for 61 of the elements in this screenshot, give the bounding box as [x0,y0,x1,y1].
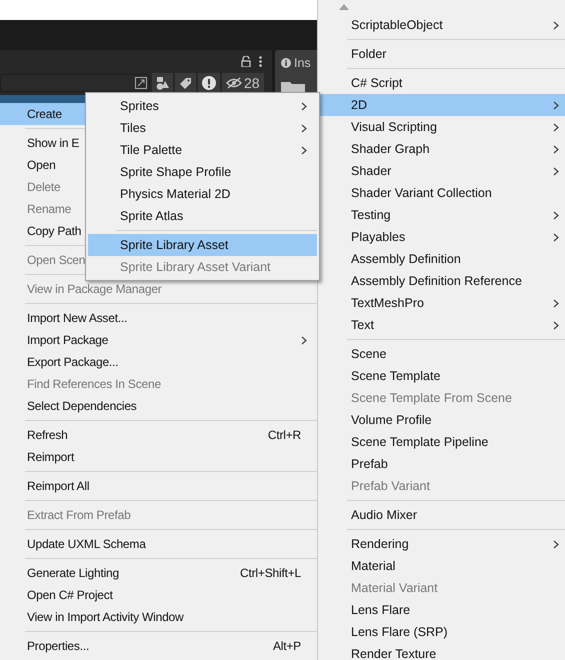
menu-item[interactable]: Import Package [0,329,317,351]
menu-item[interactable]: ScriptableObject [318,14,565,36]
menu-item[interactable]: Material [318,555,565,577]
search-field[interactable] [0,74,150,92]
menu-item[interactable]: Scene Template [318,365,565,387]
menu-item[interactable]: Prefab [318,453,565,475]
menu-item[interactable]: Render Texture [318,643,565,660]
menu-item[interactable]: Tiles [88,117,317,139]
menu-item[interactable]: Shader Graph [318,138,565,160]
menu-item[interactable]: Assembly Definition [318,248,565,270]
type-filter-button[interactable] [152,73,173,93]
menu-item[interactable]: Sprite Atlas [88,205,317,227]
menu-item[interactable]: Folder [318,43,565,65]
tag-icon [179,76,192,90]
log-filter-button[interactable] [198,73,220,93]
menu-item[interactable]: Text [318,314,565,336]
shortcut-label: Ctrl+Shift+L [240,566,301,580]
shortcut-label: Ctrl+R [268,428,301,442]
menu-item[interactable]: Physics Material 2D [88,183,317,205]
menu-item[interactable]: Reimport All [0,475,317,497]
eye-slash-icon [226,77,242,89]
menu-item[interactable]: Scene [318,343,565,365]
expand-icon[interactable] [135,77,147,89]
menu-item[interactable]: Select Dependencies [0,395,317,417]
menu-item[interactable]: Shader [318,160,565,182]
menu-item[interactable]: 2D [318,94,565,116]
menu-item[interactable]: Export Package... [0,351,317,373]
shortcut-label: Alt+P [272,639,301,653]
hidden-count-button[interactable]: 28 [222,73,264,93]
menu-item[interactable]: Properties... Alt+P [0,635,317,657]
menu-item[interactable]: Visual Scripting [318,116,565,138]
exclamation-icon [202,76,216,90]
lock-icon[interactable] [241,56,251,66]
menu-item[interactable]: Scene Template Pipeline [318,431,565,453]
menu-item[interactable]: Audio Mixer [318,504,565,526]
menu-item[interactable]: View in Import Activity Window [0,606,317,628]
menu-item[interactable]: Assembly Definition Reference [318,270,565,292]
menu-item[interactable]: Update UXML Schema [0,533,317,555]
menu-item[interactable]: C# Script [318,72,565,94]
menu-item[interactable]: Rendering [318,533,565,555]
menu-item[interactable]: Sprite Shape Profile [88,161,317,183]
label-filter-button[interactable] [175,73,196,93]
shapes-icon [156,76,169,90]
menu-item[interactable]: Reimport [0,446,317,468]
menu-item[interactable]: Playables [318,226,565,248]
menu-item[interactable]: Sprite Library Asset [88,234,317,256]
menu-item[interactable]: Volume Profile [318,409,565,431]
menu-item[interactable]: Generate Lighting Ctrl+Shift+L [0,562,317,584]
menu-item[interactable]: Sprites [88,95,317,117]
menu-item[interactable]: Open C# Project [0,584,317,606]
info-icon [281,58,291,68]
menu-item[interactable]: Refresh Ctrl+R [0,424,317,446]
inspector-tab[interactable]: Ins [294,56,311,70]
menu-item[interactable]: Import New Asset... [0,307,317,329]
menu-item[interactable]: TextMeshPro [318,292,565,314]
menu-item[interactable]: Tile Palette [88,139,317,161]
menu-item[interactable]: Lens Flare [318,599,565,621]
menu-item[interactable]: Testing [318,204,565,226]
kebab-menu-icon[interactable] [259,56,262,66]
menu-item[interactable]: Shader Variant Collection [318,182,565,204]
menu-item[interactable]: Lens Flare (SRP) [318,621,565,643]
